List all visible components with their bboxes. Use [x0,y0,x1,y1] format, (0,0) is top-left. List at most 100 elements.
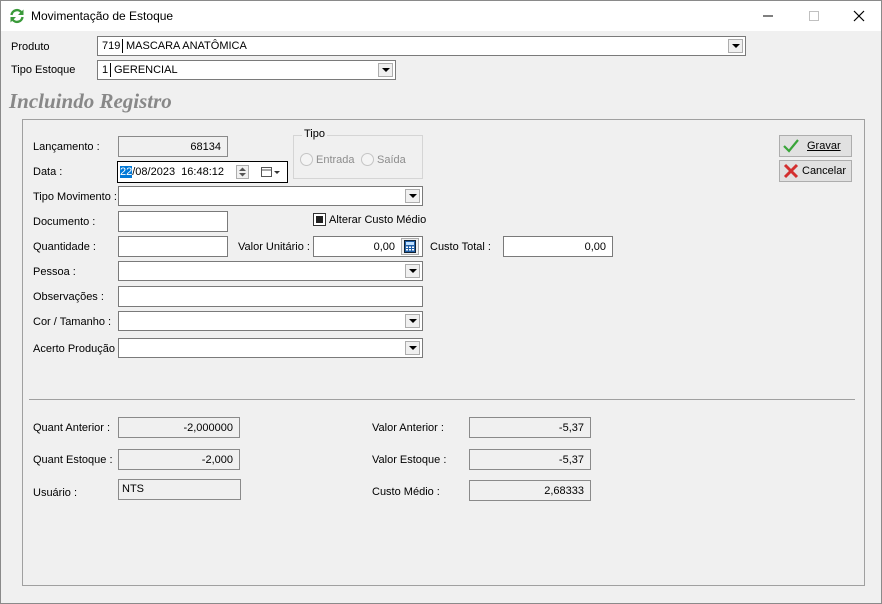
usuario-field: NTS [118,479,241,500]
cancelar-label: Cancelar [802,165,847,177]
usuario-label: Usuário : [33,487,78,499]
valor-unitario-value: 0,00 [373,241,395,253]
tipo-estoque-separator [110,63,111,77]
produto-separator [122,39,123,53]
data-day-selected: 22 [120,166,133,178]
produto-code: 719 [102,40,121,52]
calculator-button[interactable] [401,238,419,255]
page-title: Incluindo Registro [9,89,172,113]
documento-input[interactable] [118,211,228,232]
tipo-estoque-label: Tipo Estoque [11,64,76,76]
tipo-estoque-code: 1 [102,64,109,76]
custo-medio-label: Custo Médio : [372,486,440,498]
entrada-label: Entrada [316,154,355,166]
quantidade-label: Quantidade : [33,241,96,253]
alterar-custo-label: Alterar Custo Médio [329,214,427,226]
quant-anterior-label: Quant Anterior : [33,422,111,434]
custo-medio-field: 2,68333 [469,480,591,501]
data-rest: /08/2023 16:48:12 [132,166,224,178]
data-label: Data : [33,166,63,178]
valor-estoque-label: Valor Estoque : [372,454,447,466]
produto-dropdown-button[interactable] [728,39,743,53]
tipo-movimento-dropdown-button[interactable] [405,189,420,203]
section-divider [29,399,855,400]
cor-tamanho-label: Cor / Tamanho : [33,316,112,328]
cor-tamanho-dropdown-button[interactable] [405,314,420,328]
custo-medio-value: 2,68333 [544,485,584,497]
lancamento-label: Lançamento : [33,141,100,153]
custo-total-input[interactable]: 0,00 [503,236,613,257]
pessoa-label: Pessoa : [33,266,76,278]
saida-label: Saída [377,154,406,166]
tipo-estoque-dropdown-button[interactable] [378,63,393,77]
valor-anterior-label: Valor Anterior : [372,422,444,434]
valor-anterior-field: -5,37 [469,417,591,438]
calculator-icon [404,240,416,253]
usuario-value: NTS [122,483,144,495]
acerto-producao-dropdown-button[interactable] [405,341,420,355]
entrada-radio[interactable] [300,153,313,166]
close-button[interactable] [836,1,882,31]
produto-label: Produto [11,41,50,53]
saida-radio[interactable] [361,153,374,166]
valor-estoque-field: -5,37 [469,449,591,470]
pessoa-combo[interactable] [118,261,423,281]
pessoa-dropdown-button[interactable] [405,264,420,278]
custo-total-value: 0,00 [584,241,606,253]
quantidade-input[interactable] [118,236,228,257]
x-icon [782,163,800,182]
tipo-movimento-combo[interactable] [118,186,423,206]
valor-unitario-label: Valor Unitário : [238,241,310,253]
close-icon [853,10,865,22]
maximize-button[interactable] [791,1,837,31]
custo-total-label: Custo Total : [430,241,491,253]
quant-anterior-field: -2,000000 [118,417,240,438]
lancamento-field: 68134 [118,136,228,157]
documento-label: Documento : [33,216,96,228]
data-spin-button[interactable] [236,165,249,179]
chevron-down-icon [408,319,417,323]
tipo-group-label: Tipo [302,128,327,140]
minimize-button[interactable] [745,1,791,31]
refresh-icon [9,8,25,24]
cancelar-button[interactable]: Cancelar [779,160,852,182]
quant-estoque-label: Quant Estoque : [33,454,113,466]
calendar-icon [261,167,280,177]
minimize-icon [763,15,773,17]
window: Movimentação de Estoque Produto 719 MASC… [0,0,882,604]
produto-name: MASCARA ANATÔMICA [126,40,247,52]
tipo-estoque-name: GERENCIAL [114,64,178,76]
chevron-down-icon [381,68,390,72]
valor-unitario-input[interactable]: 0,00 [313,236,423,257]
produto-combo[interactable]: 719 MASCARA ANATÔMICA [97,36,746,56]
quant-estoque-value: -2,000 [201,454,233,466]
gravar-button[interactable]: Gravar [779,135,852,157]
observacoes-input[interactable] [118,286,423,307]
spin-arrows-icon [236,165,249,179]
chevron-down-icon [731,44,740,48]
cor-tamanho-combo[interactable] [118,311,423,331]
tipo-movimento-label: Tipo Movimento : [33,191,117,203]
valor-estoque-value: -5,37 [558,454,584,466]
valor-anterior-value: -5,37 [558,422,584,434]
checkbox-fill [316,216,323,223]
data-value: 22/08/2023 16:48:12 [120,166,224,178]
title-bar: Movimentação de Estoque [1,1,881,31]
chevron-down-icon [408,194,417,198]
tipo-estoque-combo[interactable]: 1 GERENCIAL [97,60,396,80]
lancamento-value: 68134 [190,141,221,153]
alterar-custo-checkbox[interactable] [313,213,326,226]
observacoes-label: Observações : [33,291,104,303]
chevron-down-icon [408,346,417,350]
data-datetime-picker[interactable]: 22/08/2023 16:48:12 [117,161,288,183]
window-title: Movimentação de Estoque [31,9,174,23]
check-icon [782,138,800,157]
gravar-label: Gravar [807,140,841,152]
chevron-down-icon [408,269,417,273]
acerto-producao-combo[interactable] [118,338,423,358]
data-calendar-button[interactable] [260,165,282,179]
maximize-icon [809,11,819,21]
acerto-producao-label: Acerto Produção [33,343,115,355]
quant-estoque-field: -2,000 [118,449,240,470]
quant-anterior-value: -2,000000 [183,422,233,434]
